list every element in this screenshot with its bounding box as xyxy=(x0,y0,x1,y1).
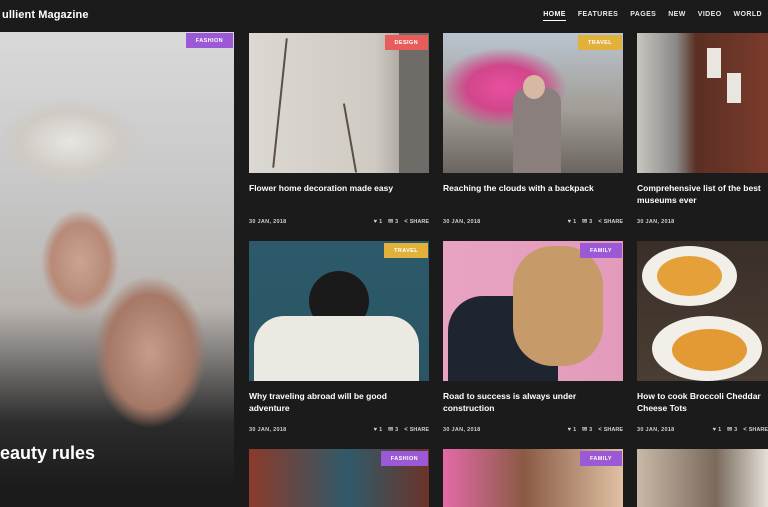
share-icon: < xyxy=(598,218,602,225)
share-label: SHARE xyxy=(748,426,768,433)
heart-icon: ♥ xyxy=(373,426,378,433)
likes[interactable]: ♥ 1 xyxy=(568,219,577,225)
hero-post[interactable]: FASHION eauty rules xyxy=(0,32,234,492)
post-meta: ♥ 1 ✉ 3 < SHARE xyxy=(374,218,430,226)
comments[interactable]: ✉ 3 xyxy=(582,426,592,433)
heart-icon: ♥ xyxy=(712,426,717,433)
category-badge[interactable]: DESIGN xyxy=(384,35,428,50)
category-badge[interactable]: FAMILY xyxy=(579,243,622,258)
post-meta: ♥ 1 ✉ 3 < SHARE xyxy=(568,426,624,434)
hero-image[interactable] xyxy=(0,32,234,492)
post-date: 30 JAN, 2018 xyxy=(637,219,675,225)
top-bar: ullient Magazine HOME FEATURES PAGES NEW… xyxy=(0,0,768,32)
share[interactable]: < SHARE xyxy=(598,427,623,433)
comments[interactable]: ✉ 3 xyxy=(388,426,398,433)
comment-icon: ✉ xyxy=(727,427,733,433)
comment-icon: ✉ xyxy=(388,427,394,433)
comments-count: 3 xyxy=(589,219,593,225)
category-badge[interactable]: TRAVEL xyxy=(384,243,428,258)
post-meta: ♥ 1 ✉ 3 < SHARE xyxy=(568,218,624,226)
share[interactable]: < SHARE xyxy=(743,427,768,433)
post-image[interactable] xyxy=(637,449,768,507)
post-image[interactable] xyxy=(637,33,768,173)
category-badge[interactable]: FASHION xyxy=(380,451,428,466)
site-logo[interactable]: ullient Magazine xyxy=(2,9,89,21)
share-icon: < xyxy=(598,426,602,433)
post-title[interactable]: Reaching the clouds with a backpack xyxy=(443,182,621,194)
heart-icon: ♥ xyxy=(567,426,572,433)
post-title[interactable]: Why traveling abroad will be good advent… xyxy=(249,390,427,414)
post-image[interactable] xyxy=(443,33,623,173)
likes-count: 1 xyxy=(573,426,577,433)
share[interactable]: < SHARE xyxy=(404,427,429,433)
nav-video[interactable]: VIDEO xyxy=(698,11,722,21)
likes[interactable]: ♥ 1 xyxy=(374,427,383,433)
heart-icon: ♥ xyxy=(373,218,378,225)
main-nav: HOME FEATURES PAGES NEW VIDEO WORLD xyxy=(543,11,762,21)
category-badge[interactable]: FAMILY xyxy=(579,451,622,466)
nav-features[interactable]: FEATURES xyxy=(578,11,618,21)
nav-home[interactable]: HOME xyxy=(543,11,566,21)
share-label: SHARE xyxy=(409,426,429,433)
post-title[interactable]: Road to success is always under construc… xyxy=(443,390,621,414)
post-image[interactable] xyxy=(637,241,768,381)
comments-count: 3 xyxy=(589,427,593,433)
share-icon: < xyxy=(743,426,747,433)
comments-count: 3 xyxy=(395,427,399,433)
comments-count: 3 xyxy=(395,219,399,225)
category-badge[interactable]: TRAVEL xyxy=(578,35,622,50)
post-date: 30 JAN, 2018 xyxy=(249,219,287,225)
category-badge[interactable]: FASHION xyxy=(185,33,233,48)
post-image[interactable] xyxy=(249,241,429,381)
comment-icon: ✉ xyxy=(582,219,588,225)
comments[interactable]: ✉ 3 xyxy=(388,218,398,225)
likes[interactable]: ♥ 1 xyxy=(374,219,383,225)
share-icon: < xyxy=(404,426,408,433)
post-image[interactable] xyxy=(249,33,429,173)
likes-count: 1 xyxy=(718,426,722,433)
post-meta: ♥ 1 ✉ 3 < SHARE xyxy=(713,426,768,434)
post-meta: ♥ 1 ✉ 3 < SHARE xyxy=(374,426,430,434)
likes-count: 1 xyxy=(379,218,383,225)
comments[interactable]: ✉ 3 xyxy=(727,426,737,433)
post-title[interactable]: Flower home decoration made easy xyxy=(249,182,427,194)
likes[interactable]: ♥ 1 xyxy=(568,427,577,433)
share-label: SHARE xyxy=(409,218,429,225)
comments-count: 3 xyxy=(734,427,738,433)
post-date: 30 JAN, 2018 xyxy=(443,427,481,433)
share-label: SHARE xyxy=(603,218,623,225)
post-image[interactable] xyxy=(443,241,623,381)
share[interactable]: < SHARE xyxy=(598,219,623,225)
post-date: 30 JAN, 2018 xyxy=(637,427,675,433)
heart-icon: ♥ xyxy=(567,218,572,225)
share-label: SHARE xyxy=(603,426,623,433)
likes-count: 1 xyxy=(573,218,577,225)
nav-new[interactable]: NEW xyxy=(668,11,686,21)
post-title[interactable]: How to cook Broccoli Cheddar Cheese Tots xyxy=(637,390,768,414)
comment-icon: ✉ xyxy=(388,219,394,225)
nav-pages[interactable]: PAGES xyxy=(630,11,656,21)
comments[interactable]: ✉ 3 xyxy=(582,218,592,225)
comment-icon: ✉ xyxy=(582,427,588,433)
post-date: 30 JAN, 2018 xyxy=(443,219,481,225)
hero-title[interactable]: eauty rules xyxy=(0,443,95,464)
nav-world[interactable]: WORLD xyxy=(734,11,762,21)
share-icon: < xyxy=(404,218,408,225)
likes-count: 1 xyxy=(379,426,383,433)
share[interactable]: < SHARE xyxy=(404,219,429,225)
post-title[interactable]: Comprehensive list of the best museums e… xyxy=(637,182,768,206)
post-date: 30 JAN, 2018 xyxy=(249,427,287,433)
likes[interactable]: ♥ 1 xyxy=(713,427,722,433)
